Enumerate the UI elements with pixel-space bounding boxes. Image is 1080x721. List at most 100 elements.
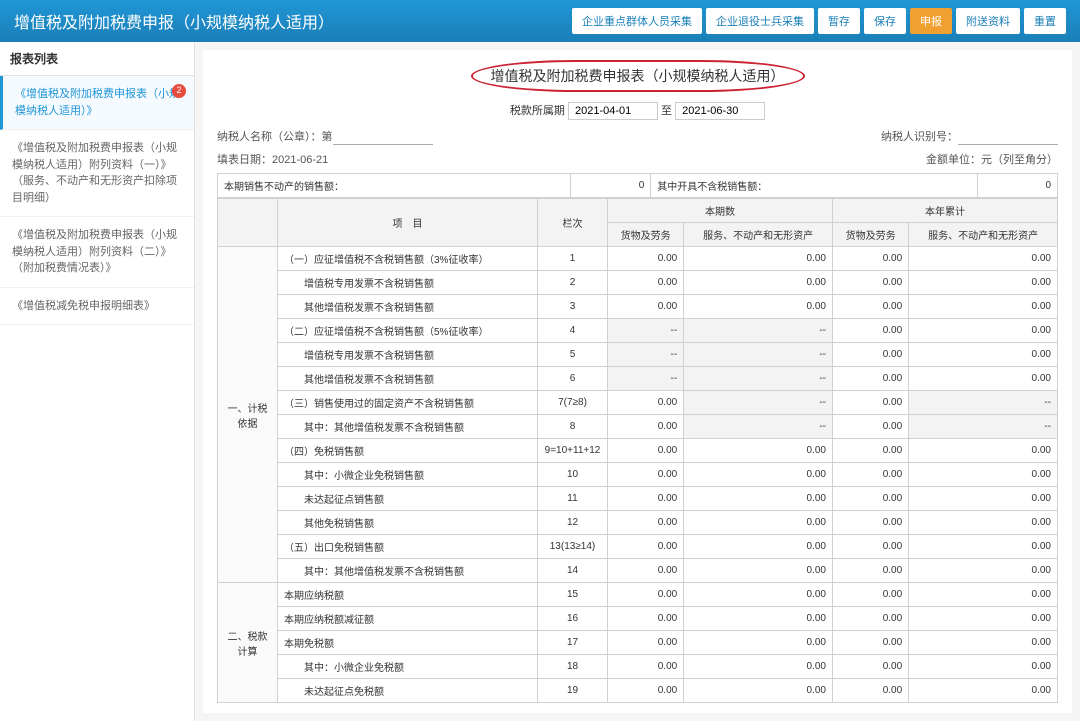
value-cell: -- — [608, 319, 684, 343]
value-cell[interactable]: 0.00 — [684, 655, 833, 679]
value-cell[interactable]: 0.00 — [832, 607, 908, 631]
value-cell: -- — [608, 367, 684, 391]
value-cell[interactable]: 0.00 — [684, 439, 833, 463]
value-cell[interactable]: 0.00 — [909, 295, 1058, 319]
header-btn-5[interactable]: 附送资料 — [956, 8, 1020, 34]
value-cell[interactable]: 0.00 — [832, 463, 908, 487]
header-btn-2[interactable]: 暂存 — [818, 8, 860, 34]
value-cell[interactable]: 0.00 — [608, 415, 684, 439]
value-cell[interactable]: 0.00 — [608, 295, 684, 319]
value-cell[interactable]: 0.00 — [909, 607, 1058, 631]
header-btn-4[interactable]: 申报 — [910, 8, 952, 34]
table-row: 本期应纳税额减征额160.000.000.000.00 — [218, 607, 1058, 631]
value-cell[interactable]: 0.00 — [909, 487, 1058, 511]
value-cell[interactable]: 0.00 — [832, 535, 908, 559]
value-cell[interactable]: 0.00 — [909, 271, 1058, 295]
value-cell[interactable]: 0.00 — [684, 631, 833, 655]
value-cell[interactable]: 0.00 — [909, 631, 1058, 655]
value-cell[interactable]: 0.00 — [684, 463, 833, 487]
value-cell[interactable]: 0.00 — [909, 679, 1058, 703]
value-cell[interactable]: 0.00 — [832, 679, 908, 703]
value-cell[interactable]: 0.00 — [909, 319, 1058, 343]
sidebar-item-3[interactable]: 《增值税减免税申报明细表》 — [0, 288, 194, 326]
value-cell[interactable]: 0.00 — [684, 607, 833, 631]
row-lane: 7(7≥8) — [538, 391, 608, 415]
value-cell[interactable]: 0.00 — [684, 487, 833, 511]
value-cell[interactable]: 0.00 — [909, 439, 1058, 463]
value-cell[interactable]: 0.00 — [909, 463, 1058, 487]
sidebar: 报表列表 《增值税及附加税费申报表（小规模纳税人适用）》2《增值税及附加税费申报… — [0, 42, 195, 721]
header-btn-3[interactable]: 保存 — [864, 8, 906, 34]
row-name: 其他免税销售额 — [278, 511, 538, 535]
period-to-label: 至 — [661, 105, 672, 117]
value-cell[interactable]: 0.00 — [832, 343, 908, 367]
value-cell[interactable]: 0.00 — [684, 295, 833, 319]
value-cell: -- — [608, 343, 684, 367]
top-value-a[interactable]: 0 — [571, 174, 651, 198]
value-cell[interactable]: 0.00 — [684, 535, 833, 559]
value-cell[interactable]: 0.00 — [608, 247, 684, 271]
value-cell[interactable]: 0.00 — [684, 583, 833, 607]
value-cell[interactable]: 0.00 — [832, 295, 908, 319]
value-cell[interactable]: 0.00 — [909, 535, 1058, 559]
value-cell[interactable]: 0.00 — [608, 511, 684, 535]
value-cell[interactable]: 0.00 — [832, 511, 908, 535]
value-cell[interactable]: 0.00 — [832, 559, 908, 583]
value-cell[interactable]: 0.00 — [909, 343, 1058, 367]
value-cell[interactable]: 0.00 — [608, 655, 684, 679]
value-cell[interactable]: 0.00 — [832, 487, 908, 511]
row-name: （三）销售使用过的固定资产不含税销售额 — [278, 391, 538, 415]
value-cell[interactable]: 0.00 — [909, 367, 1058, 391]
value-cell[interactable]: 0.00 — [608, 439, 684, 463]
sidebar-item-1[interactable]: 《增值税及附加税费申报表（小规模纳税人适用）附列资料（一）》（服务、不动产和无形… — [0, 130, 194, 217]
value-cell[interactable]: 0.00 — [832, 271, 908, 295]
value-cell[interactable]: 0.00 — [684, 511, 833, 535]
row-name: 其他增值税发票不含税销售额 — [278, 367, 538, 391]
value-cell[interactable]: 0.00 — [608, 607, 684, 631]
value-cell[interactable]: 0.00 — [909, 247, 1058, 271]
taxpayer-name-input[interactable] — [333, 130, 433, 145]
value-cell[interactable]: 0.00 — [684, 247, 833, 271]
header-btn-1[interactable]: 企业退役士兵采集 — [706, 8, 814, 34]
value-cell[interactable]: 0.00 — [608, 271, 684, 295]
value-cell[interactable]: 0.00 — [832, 247, 908, 271]
value-cell[interactable]: 0.00 — [608, 679, 684, 703]
category-2: 二、税款计算 — [218, 583, 278, 703]
value-cell[interactable]: 0.00 — [608, 463, 684, 487]
row-lane: 13(13≥14) — [538, 535, 608, 559]
value-cell[interactable]: 0.00 — [608, 487, 684, 511]
value-cell[interactable]: 0.00 — [832, 583, 908, 607]
header-btn-6[interactable]: 重置 — [1024, 8, 1066, 34]
value-cell[interactable]: 0.00 — [832, 319, 908, 343]
value-cell[interactable]: 0.00 — [832, 391, 908, 415]
top-value-b[interactable]: 0 — [978, 174, 1058, 198]
taxpayer-id-input[interactable] — [958, 130, 1058, 145]
value-cell[interactable]: 0.00 — [608, 583, 684, 607]
row-lane: 9=10+11+12 — [538, 439, 608, 463]
header-btn-0[interactable]: 企业重点群体人员采集 — [572, 8, 702, 34]
taxpayer-id-label: 纳税人识别号： — [881, 131, 958, 143]
value-cell[interactable]: 0.00 — [832, 367, 908, 391]
value-cell[interactable]: 0.00 — [608, 535, 684, 559]
sidebar-item-0[interactable]: 《增值税及附加税费申报表（小规模纳税人适用）》2 — [0, 76, 194, 130]
value-cell[interactable]: 0.00 — [909, 655, 1058, 679]
period-to-input[interactable] — [675, 102, 765, 120]
sidebar-item-2[interactable]: 《增值税及附加税费申报表（小规模纳税人适用）附列资料（二）》（附加税费情况表）》 — [0, 217, 194, 288]
value-cell[interactable]: 0.00 — [684, 559, 833, 583]
value-cell[interactable]: 0.00 — [608, 631, 684, 655]
value-cell[interactable]: 0.00 — [832, 631, 908, 655]
value-cell[interactable]: 0.00 — [832, 415, 908, 439]
value-cell[interactable]: 0.00 — [909, 559, 1058, 583]
value-cell[interactable]: 0.00 — [832, 655, 908, 679]
value-cell[interactable]: 0.00 — [608, 391, 684, 415]
value-cell[interactable]: 0.00 — [684, 271, 833, 295]
row-name: 增值税专用发票不含税销售额 — [278, 343, 538, 367]
value-cell[interactable]: 0.00 — [909, 511, 1058, 535]
value-cell[interactable]: 0.00 — [684, 679, 833, 703]
period-from-input[interactable] — [568, 102, 658, 120]
value-cell[interactable]: 0.00 — [909, 583, 1058, 607]
row-name: 其中：小微企业免税额 — [278, 655, 538, 679]
value-cell[interactable]: 0.00 — [832, 439, 908, 463]
value-cell[interactable]: 0.00 — [608, 559, 684, 583]
value-cell: -- — [909, 391, 1058, 415]
